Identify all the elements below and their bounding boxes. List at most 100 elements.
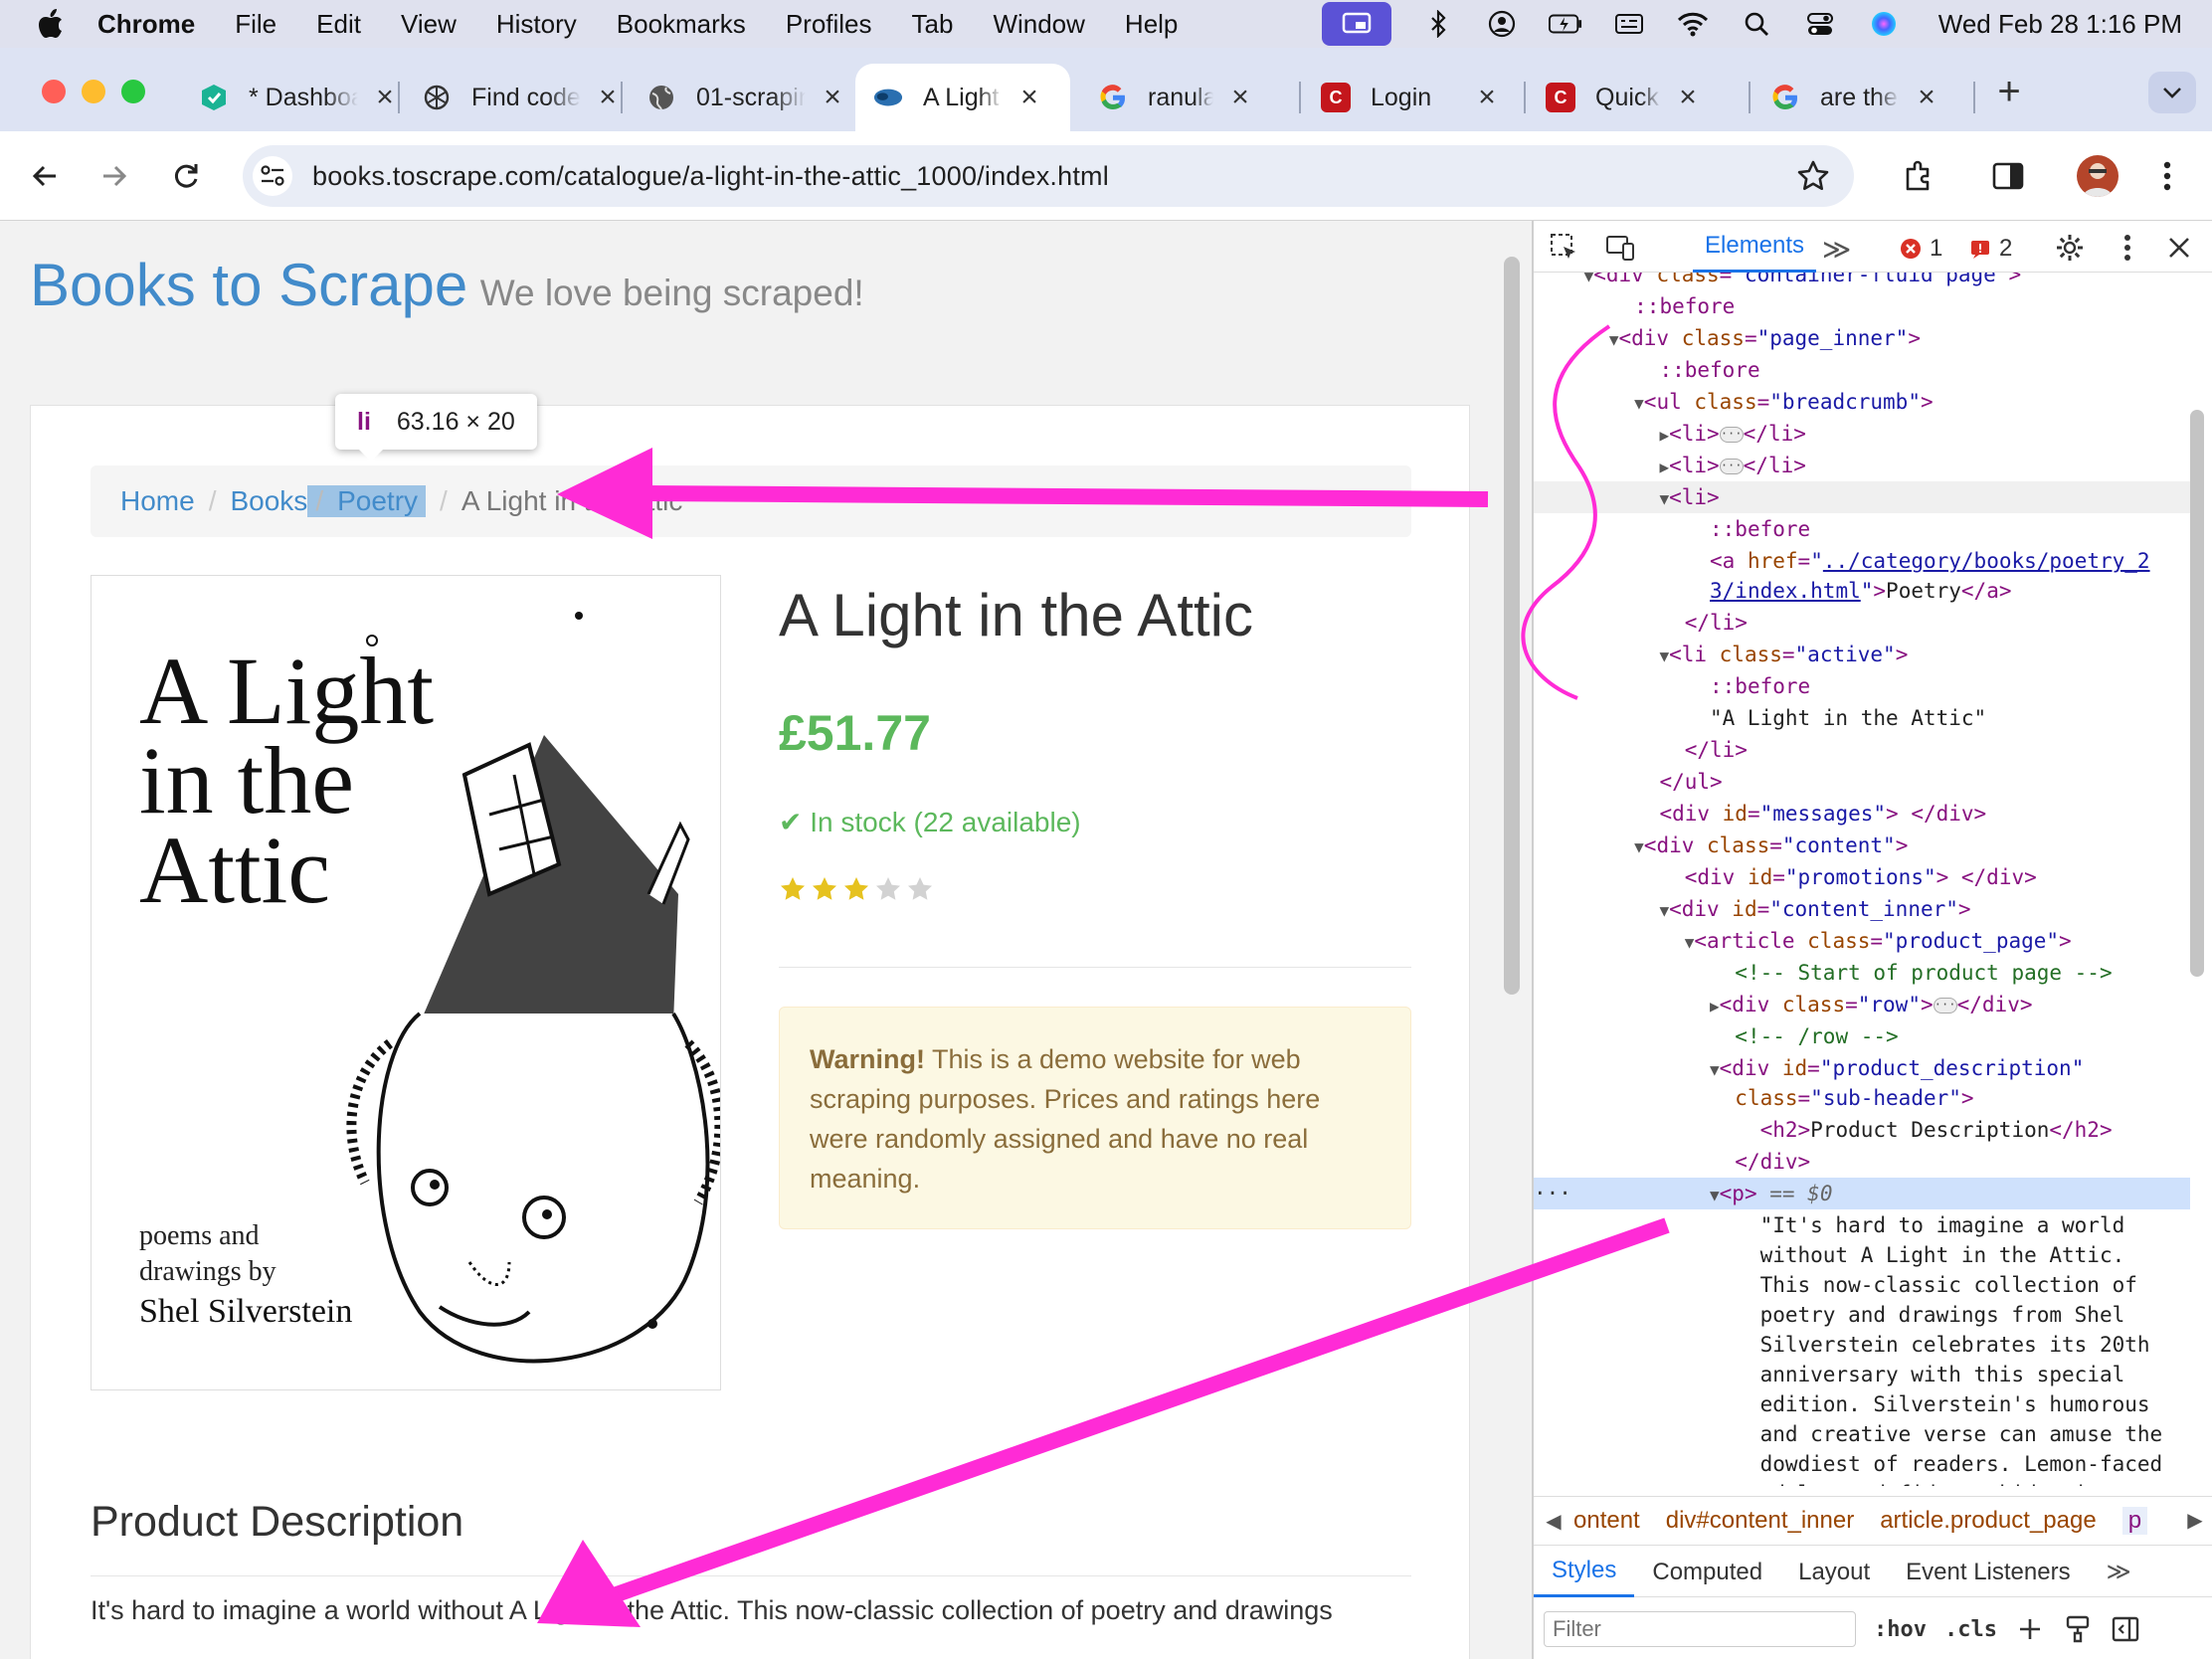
tab-computed[interactable]: Computed — [1634, 1548, 1780, 1597]
dom-tree-scrollbar[interactable] — [2190, 410, 2204, 977]
dom-node[interactable]: This now-classic collection of — [1534, 1269, 2190, 1301]
tab-are-there[interactable]: are there × — [1770, 64, 1941, 131]
tab-close-icon[interactable]: × — [593, 81, 623, 114]
keyboard-input-icon[interactable] — [1612, 9, 1646, 39]
more-panes-icon[interactable]: ≫ — [2089, 1548, 2149, 1597]
dom-node[interactable]: edition. Silverstein's humorous — [1534, 1388, 2190, 1420]
dom-node[interactable]: class="sub-header"> — [1534, 1082, 2190, 1114]
dom-node[interactable]: ▼<div class="container-fluid page"> — [1534, 273, 2190, 290]
settings-gear-icon[interactable] — [2053, 231, 2087, 265]
dom-node[interactable]: Silverstein celebrates its 20th — [1534, 1329, 2190, 1361]
reload-button[interactable] — [163, 153, 209, 199]
tab-search-button[interactable] — [2148, 72, 2196, 113]
profile-avatar[interactable] — [2077, 155, 2119, 197]
breadcrumb-poetry-link[interactable]: Poetry — [337, 485, 418, 516]
page-scrollbar[interactable] — [1504, 257, 1520, 995]
tab-quick-view[interactable]: C Quick View × — [1546, 64, 1703, 131]
dom-crumb[interactable]: div#content_inner — [1666, 1507, 1854, 1535]
devtools-menu-icon[interactable] — [2111, 231, 2144, 265]
dom-node[interactable]: ▶<li>···</li> — [1534, 450, 2190, 481]
inspect-element-icon[interactable] — [1548, 231, 1581, 265]
dom-node[interactable]: </ul> — [1534, 766, 2190, 798]
dom-node[interactable]: <a href="../category/books/poetry_2 — [1534, 545, 2190, 577]
dom-node[interactable]: <div id="promotions"> </div> — [1534, 861, 2190, 893]
menu-help[interactable]: Help — [1125, 9, 1178, 40]
dom-node[interactable]: <!-- /row --> — [1534, 1020, 2190, 1052]
tab-close-icon[interactable]: × — [370, 81, 400, 114]
tab-ranula-google[interactable]: ranula - Google × — [1098, 64, 1255, 131]
dom-node[interactable]: poetry and drawings from Shel — [1534, 1299, 2190, 1331]
dom-node[interactable]: ▼<article class="product_page"> — [1534, 925, 2190, 957]
dom-crumb[interactable]: ontent — [1573, 1507, 1640, 1535]
dom-node[interactable]: dowdiest of readers. Lemon-faced — [1534, 1448, 2190, 1480]
elements-tab[interactable]: Elements — [1693, 221, 1817, 273]
dom-node[interactable]: anniversary with this special — [1534, 1359, 2190, 1390]
new-style-rule-icon[interactable] — [2015, 1614, 2045, 1644]
menu-history[interactable]: History — [496, 9, 577, 40]
dom-node[interactable]: </li> — [1534, 607, 2190, 639]
error-count-badge[interactable]: 1 — [1900, 235, 1942, 263]
side-panel-icon[interactable] — [1985, 153, 2031, 199]
dom-node[interactable]: "It's hard to imagine a world — [1534, 1209, 2190, 1241]
forward-button[interactable] — [92, 153, 137, 199]
tab-a-light-in-the-attic-active[interactable]: A Light in the Attic × — [855, 64, 1070, 131]
dom-node[interactable]: without A Light in the Attic. — [1534, 1239, 2190, 1271]
extensions-icon[interactable] — [1896, 153, 1941, 199]
dom-node[interactable]: </li> — [1534, 734, 2190, 766]
dom-node[interactable]: "A Light in the Attic" — [1534, 702, 2190, 734]
tab-layout[interactable]: Layout — [1780, 1548, 1888, 1597]
tab-styles[interactable]: Styles — [1534, 1548, 1635, 1597]
tab-close-icon[interactable]: × — [1225, 81, 1255, 114]
bluetooth-icon[interactable] — [1421, 9, 1455, 39]
dom-node[interactable]: ::before — [1534, 670, 2190, 702]
tab-login[interactable]: C Login × — [1321, 64, 1502, 131]
dom-node[interactable]: and creative verse can amuse the — [1534, 1418, 2190, 1450]
apple-menu-icon[interactable] — [22, 0, 80, 48]
menu-view[interactable]: View — [401, 9, 457, 40]
dom-node[interactable]: ▼<div id="product_description" — [1534, 1052, 2190, 1084]
tab-event-listeners[interactable]: Event Listeners — [1888, 1548, 2088, 1597]
tab-close-icon[interactable]: × — [1673, 81, 1703, 114]
device-toolbar-icon[interactable] — [1603, 231, 1637, 265]
dom-node[interactable]: ▶<div class="row">···</div> — [1534, 989, 2190, 1020]
user-account-icon[interactable] — [1485, 9, 1519, 39]
dom-node[interactable]: ::before — [1534, 354, 2190, 386]
window-zoom-button[interactable] — [121, 80, 145, 103]
menu-tab[interactable]: Tab — [912, 9, 954, 40]
siri-icon[interactable] — [1867, 9, 1901, 39]
toggle-hover-state-button[interactable]: :hov — [1874, 1617, 1927, 1642]
tab-close-icon[interactable]: × — [1912, 81, 1941, 114]
more-tabs-icon[interactable]: ≫ — [1822, 233, 1851, 266]
tab-dashboard[interactable]: * Dashboard × — [199, 64, 400, 131]
spotlight-search-icon[interactable] — [1740, 9, 1773, 39]
dom-crumb-current[interactable]: p — [2121, 1507, 2148, 1535]
dom-node[interactable]: 3/index.html">Poetry</a> — [1534, 575, 2190, 607]
bookmark-star-icon[interactable] — [1796, 159, 1830, 198]
dom-node[interactable]: </div> — [1534, 1146, 2190, 1178]
dom-node-hovered[interactable]: ▼<li> — [1534, 481, 2190, 513]
crumbs-scroll-right-icon[interactable]: ▶ — [2178, 1497, 2212, 1545]
crumbs-scroll-left-icon[interactable]: ◀ — [1534, 1509, 1573, 1534]
dom-node[interactable]: ::before — [1534, 290, 2190, 322]
menu-file[interactable]: File — [235, 9, 276, 40]
toggle-sidebar-icon[interactable] — [2111, 1614, 2140, 1644]
menu-window[interactable]: Window — [993, 9, 1084, 40]
dom-node[interactable]: <div id="messages"> </div> — [1534, 798, 2190, 830]
wifi-icon[interactable] — [1676, 9, 1710, 39]
dom-node[interactable]: ▼<div id="content_inner"> — [1534, 893, 2190, 925]
window-close-button[interactable] — [42, 80, 66, 103]
window-minimize-button[interactable] — [82, 80, 105, 103]
back-button[interactable] — [22, 153, 68, 199]
screen-share-icon[interactable] — [1321, 2, 1391, 46]
dom-node[interactable]: ▼<div class="page_inner"> — [1534, 322, 2190, 354]
dom-node-selected[interactable]: ··· ▼<p> == $0 — [1534, 1178, 2190, 1209]
tab-close-icon[interactable]: × — [818, 81, 847, 114]
control-center-icon[interactable] — [1803, 9, 1837, 39]
issue-count-badge[interactable]: 2 — [1969, 235, 2012, 263]
tab-close-icon[interactable]: × — [1472, 81, 1502, 114]
new-tab-button[interactable]: + — [1987, 70, 2031, 114]
chrome-menu-icon[interactable] — [2144, 153, 2190, 199]
dom-node[interactable]: ▼<li class="active"> — [1534, 639, 2190, 670]
site-title-link[interactable]: Books to Scrape — [30, 252, 467, 318]
paint-brush-icon[interactable] — [2063, 1614, 2093, 1644]
